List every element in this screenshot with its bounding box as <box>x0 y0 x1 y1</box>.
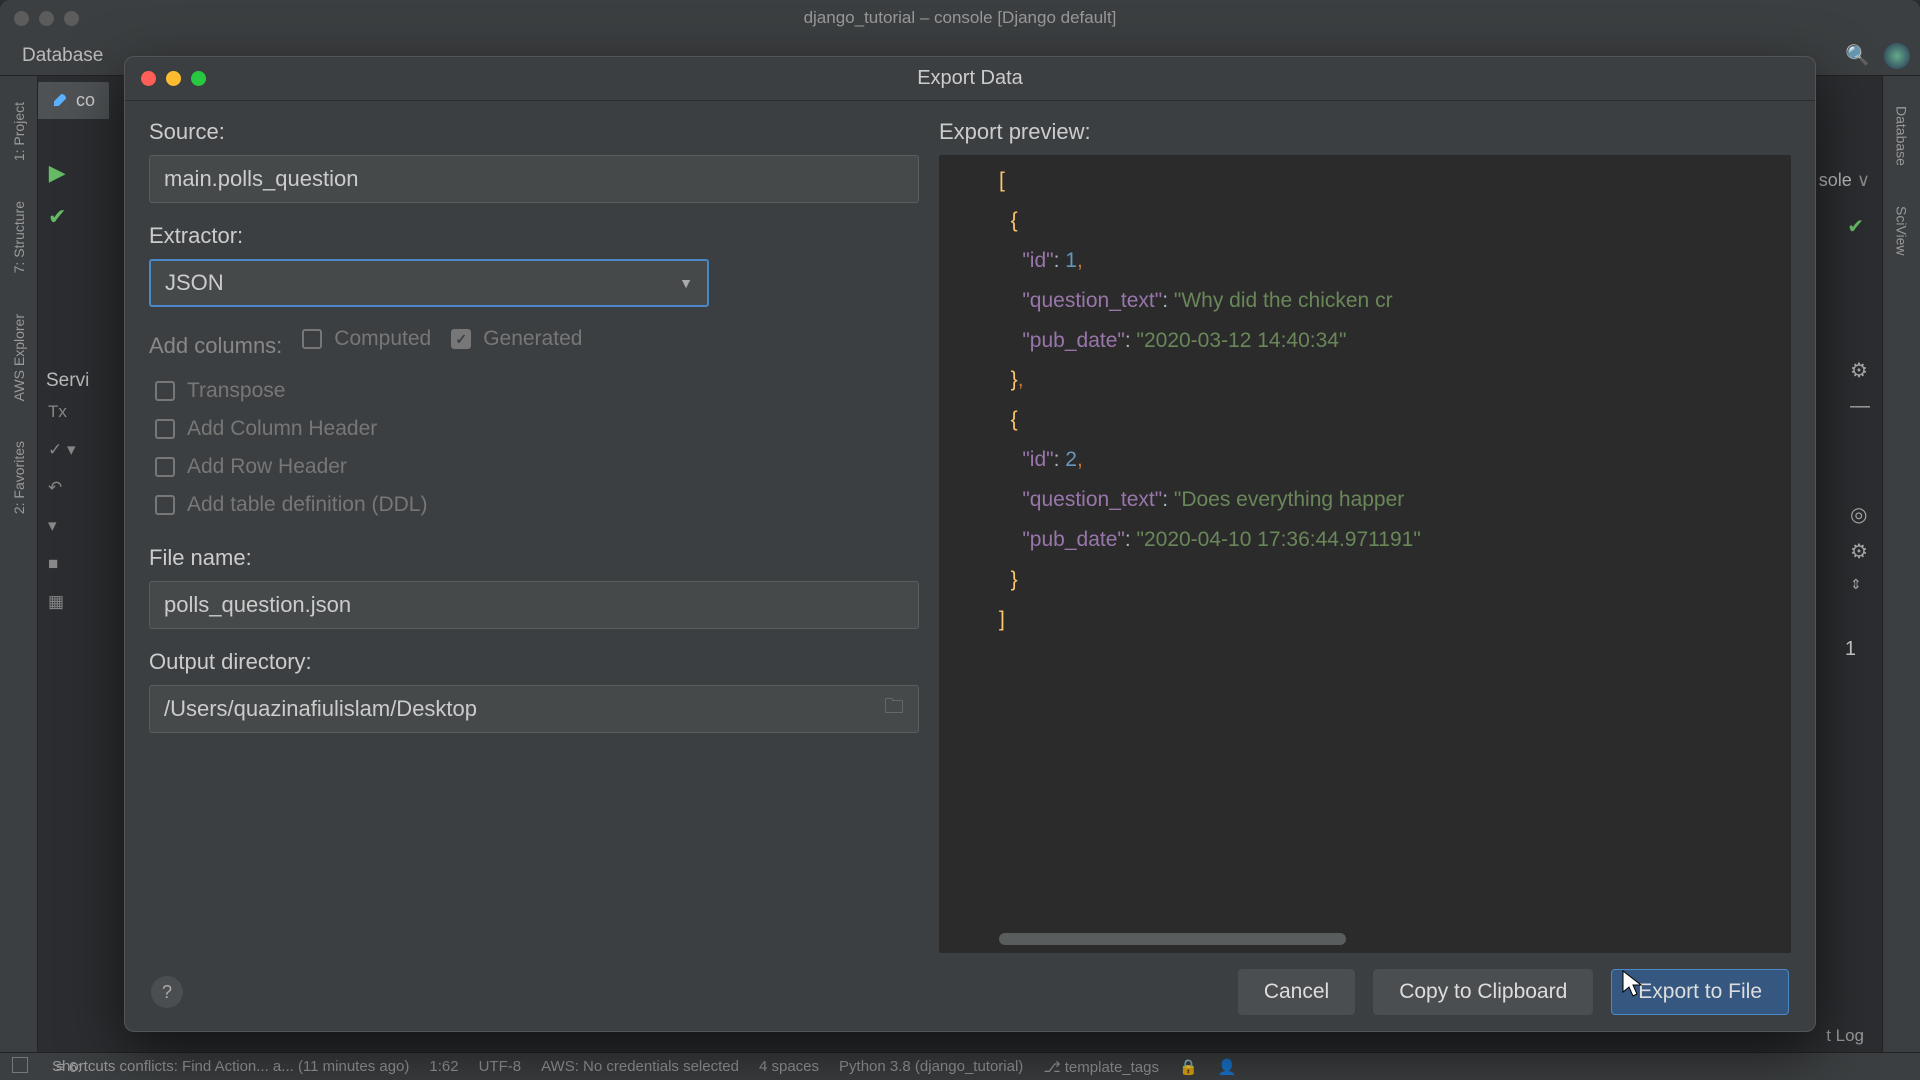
box-icon[interactable]: ■ <box>48 554 76 574</box>
folder-icon[interactable]: 🗀 <box>884 692 904 726</box>
traffic-lights <box>0 11 79 26</box>
play-icon[interactable]: ▶ <box>49 160 66 186</box>
extractor-label: Extractor: <box>149 223 919 249</box>
status-pos[interactable]: 1:62 <box>429 1058 458 1075</box>
add-column-header-checkbox[interactable]: Add Column Header <box>155 417 919 441</box>
lock-icon[interactable]: 🔒 <box>1179 1058 1198 1076</box>
status-shortcuts[interactable]: Shortcuts conflicts: Find Action... a...… <box>52 1058 409 1075</box>
copy-button[interactable]: Copy to Clipboard <box>1373 969 1593 1015</box>
status-branch[interactable]: ⎇ template_tags <box>1043 1058 1159 1076</box>
window-title: django_tutorial – console [Django defaul… <box>804 8 1117 28</box>
source-input[interactable]: main.polls_question <box>149 155 919 203</box>
chevron-icon[interactable]: ▾ <box>48 516 76 536</box>
tab-structure[interactable]: 7: Structure <box>9 195 29 279</box>
close-icon[interactable] <box>14 11 29 26</box>
help-icon[interactable]: ? <box>151 976 183 1008</box>
export-data-dialog: Export Data Source: main.polls_question … <box>124 56 1816 1032</box>
editor-tab-console[interactable]: co <box>38 82 109 119</box>
add-ddl-checkbox[interactable]: Add table definition (DDL) <box>155 493 919 517</box>
outputdir-label: Output directory: <box>149 649 919 675</box>
target-icon[interactable]: ◎ <box>1850 502 1870 527</box>
filename-input[interactable]: polls_question.json <box>149 581 919 629</box>
man-icon[interactable]: 👤 <box>1218 1058 1237 1076</box>
editor-tab-label: co <box>76 90 95 111</box>
outputdir-input[interactable]: /Users/quazinafiulislam/Desktop 🗀 <box>149 685 919 733</box>
avatar[interactable] <box>1884 43 1910 69</box>
status-linecol[interactable]: ≡ 6: <box>56 1059 81 1076</box>
gear2-icon[interactable]: ⚙ <box>1850 539 1870 564</box>
cancel-button[interactable]: Cancel <box>1238 969 1355 1015</box>
check2-icon[interactable]: ✓ ▾ <box>48 440 76 460</box>
dialog-right-column: Export preview: [ { "id": 1, "question_t… <box>939 119 1791 953</box>
tab-favorites[interactable]: 2: Favorites <box>9 435 29 520</box>
tab-sciview[interactable]: SciView <box>1894 206 1910 256</box>
minimize-icon[interactable] <box>39 11 54 26</box>
extractor-select[interactable]: JSON ▼ <box>149 259 709 307</box>
tab-project[interactable]: 1: Project <box>9 96 29 167</box>
tx-icon[interactable]: Tx <box>48 402 76 422</box>
sole-check-icon: ✔ <box>1847 214 1864 239</box>
status-python[interactable]: Python 3.8 (django_tutorial) <box>839 1058 1023 1075</box>
maximize-icon[interactable] <box>64 11 79 26</box>
sole-label[interactable]: sole ∨ <box>1819 170 1870 191</box>
check-icon: ✔ <box>48 204 66 230</box>
database-label[interactable]: Database <box>10 45 103 67</box>
dialog-left-column: Source: main.polls_question Extractor: J… <box>149 119 919 953</box>
updown-icon[interactable]: ⇕ <box>1850 576 1870 593</box>
computed-checkbox[interactable]: Computed <box>302 327 431 351</box>
status-indent[interactable]: 4 spaces <box>759 1058 819 1075</box>
dialog-minimize-icon[interactable] <box>166 71 181 86</box>
undo-icon[interactable]: ↶ <box>48 478 76 498</box>
addcolumns-label: Add columns: <box>149 333 282 359</box>
export-preview[interactable]: [ { "id": 1, "question_text": "Why did t… <box>939 155 1791 953</box>
gear-icon[interactable]: ⚙ <box>1850 358 1870 383</box>
left-tool-gutter: 1: Project 7: Structure AWS Explorer 2: … <box>0 76 38 1052</box>
services-gutter: Tx ✓ ▾ ↶ ▾ ■ ▦ <box>48 402 76 612</box>
right-tool-gutter: Database SciView <box>1882 76 1920 1052</box>
editor-tabs: co <box>38 76 109 124</box>
source-label: Source: <box>149 119 919 145</box>
minus-icon[interactable]: — <box>1850 395 1870 418</box>
chevron-down-icon: ▼ <box>679 275 693 291</box>
ide-titlebar: django_tutorial – console [Django defaul… <box>0 0 1920 36</box>
event-log-label[interactable]: t Log <box>1826 1026 1864 1046</box>
tab-aws-explorer[interactable]: AWS Explorer <box>9 308 29 407</box>
dialog-title: Export Data <box>917 67 1023 90</box>
dialog-footer: ? Cancel Copy to Clipboard Export to Fil… <box>125 953 1815 1031</box>
filename-label: File name: <box>149 545 919 571</box>
status-bar: Shortcuts conflicts: Find Action... a...… <box>0 1052 1920 1080</box>
tab-database[interactable]: Database <box>1894 106 1910 166</box>
search-icon[interactable]: 🔍 <box>1845 43 1870 68</box>
cursor-icon <box>1622 970 1644 998</box>
services-panel-label[interactable]: Servi <box>46 370 89 392</box>
transpose-checkbox[interactable]: Transpose <box>155 379 919 403</box>
dialog-close-icon[interactable] <box>141 71 156 86</box>
dialog-titlebar: Export Data <box>125 57 1815 101</box>
preview-scrollbar[interactable] <box>999 933 1771 945</box>
status-encoding[interactable]: UTF-8 <box>479 1058 522 1075</box>
right-one-label: 1 <box>1845 638 1856 661</box>
generated-checkbox[interactable]: Generated <box>451 327 582 351</box>
right-tool-icons: ⚙ — ◎ ⚙ ⇕ <box>1850 358 1870 593</box>
add-row-header-checkbox[interactable]: Add Row Header <box>155 455 919 479</box>
extractor-value: JSON <box>165 270 224 296</box>
run-gutter: ▶ ✔ <box>48 160 66 230</box>
preview-label: Export preview: <box>939 119 1791 145</box>
status-aws[interactable]: AWS: No credentials selected <box>541 1058 739 1075</box>
status-box-icon[interactable] <box>12 1057 28 1073</box>
dialog-maximize-icon[interactable] <box>191 71 206 86</box>
grid-icon[interactable]: ▦ <box>48 592 76 612</box>
feather-icon <box>52 92 68 108</box>
